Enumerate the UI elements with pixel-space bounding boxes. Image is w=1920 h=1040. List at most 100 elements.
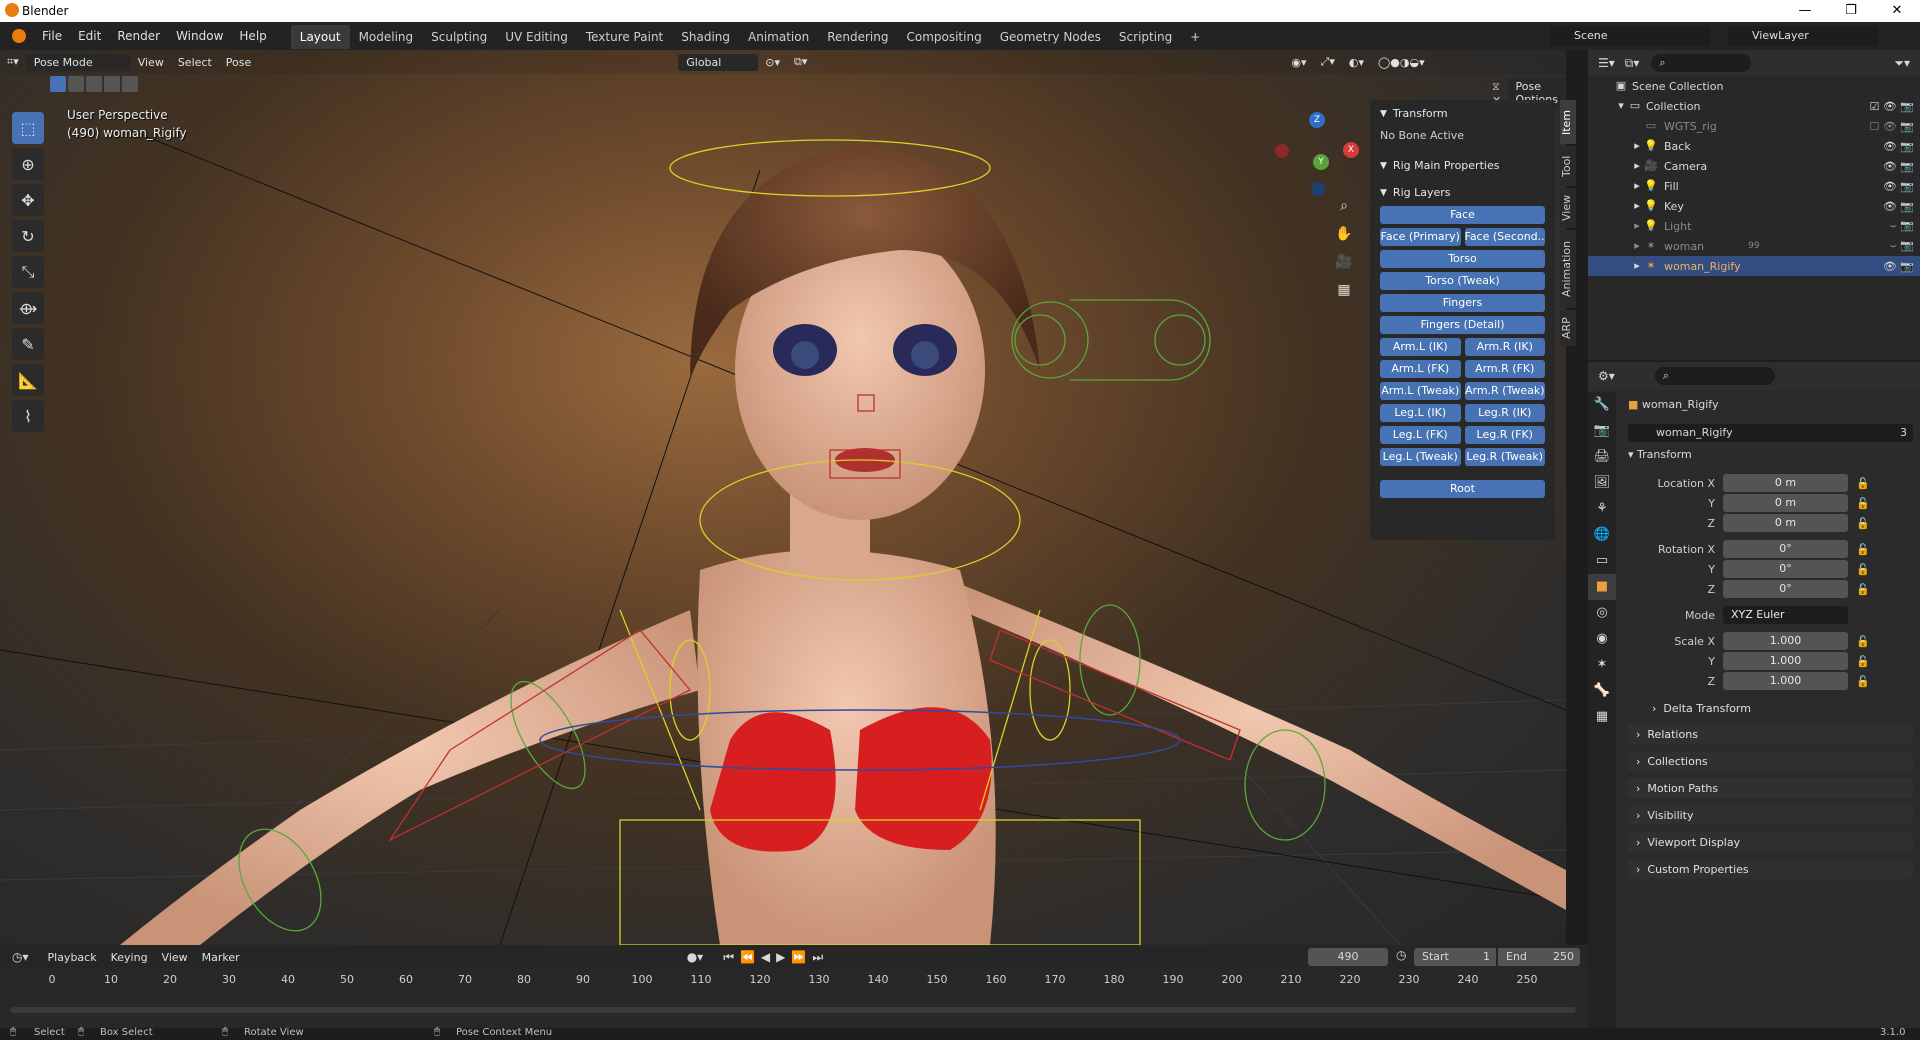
delta-transform-section[interactable]: › Delta Transform	[1644, 698, 1913, 718]
tab-compositing[interactable]: Compositing	[897, 25, 990, 49]
layer-arm-r-tweak-button[interactable]: Arm.R (Tweak)	[1464, 382, 1545, 400]
layer-face-primary-button[interactable]: Face (Primary)	[1380, 228, 1461, 246]
outliner-item-woman-rigify[interactable]: ▸ ✶ woman_Rigify 👁 📷	[1588, 256, 1920, 276]
tab-layout[interactable]: Layout	[290, 25, 350, 49]
transform-panel-header[interactable]: ▼ Transform	[1370, 100, 1555, 127]
select-new-icon[interactable]	[50, 76, 66, 92]
texture-tab-icon[interactable]: ▦	[1588, 704, 1616, 730]
measure-tool[interactable]: 📐	[12, 364, 44, 396]
menu-render[interactable]: Render	[109, 22, 168, 50]
tab-geometry-nodes[interactable]: Geometry Nodes	[991, 25, 1110, 49]
outliner-search-input[interactable]: ⌕	[1651, 54, 1752, 72]
outliner-item-woman[interactable]: ▸ ✶ woman 99 ⌣ 📷	[1588, 236, 1920, 256]
visibility-toggles[interactable]: 👁 📷	[1883, 140, 1914, 153]
layer-arm-r-fk-button[interactable]: Arm.R (FK)	[1464, 360, 1545, 378]
layer-arm-l-fk-button[interactable]: Arm.L (FK)	[1380, 360, 1461, 378]
shading-modes-icon[interactable]: ◯●◑◒▾	[1371, 56, 1432, 69]
menu-pose[interactable]: Pose	[219, 56, 258, 69]
axis-neg-z-icon[interactable]	[1311, 182, 1325, 196]
menu-marker[interactable]: Marker	[195, 951, 247, 964]
navigation-gizmo[interactable]: Z X Y	[1275, 110, 1365, 200]
scale-tool[interactable]: ⤡	[12, 256, 44, 288]
view-layer-tab-icon[interactable]: 🖼	[1588, 470, 1616, 496]
layer-leg-r-ik-button[interactable]: Leg.R (IK)	[1464, 404, 1545, 422]
ortho-toggle-icon[interactable]: ▦	[1332, 278, 1356, 302]
layer-face-secondary-button[interactable]: Face (Second...	[1464, 228, 1545, 246]
current-frame-field[interactable]: 490	[1308, 948, 1388, 966]
layer-face-button[interactable]: Face	[1380, 206, 1545, 224]
tab-item[interactable]: Item	[1560, 100, 1576, 144]
lock-icon[interactable]: 🔓	[1856, 497, 1870, 510]
visibility-toggles[interactable]: 👁 📷	[1883, 260, 1914, 273]
layer-arm-r-ik-button[interactable]: Arm.R (IK)	[1464, 338, 1545, 356]
tab-scripting[interactable]: Scripting	[1110, 25, 1181, 49]
scene-tab-icon[interactable]: ⚘	[1588, 496, 1616, 522]
view-layer-selector[interactable]: ViewLayer	[1728, 26, 1878, 46]
select-intersect-icon[interactable]	[122, 76, 138, 92]
lock-icon[interactable]: 🔓	[1856, 517, 1870, 530]
rotation-mode-select[interactable]: XYZ Euler	[1723, 606, 1848, 624]
tab-arp[interactable]: ARP	[1560, 310, 1576, 346]
orientation-selector[interactable]: Global	[678, 53, 759, 71]
outliner-item-back[interactable]: ▸ 💡 Back 👁 📷	[1588, 136, 1920, 156]
layer-leg-l-fk-button[interactable]: Leg.L (FK)	[1380, 426, 1461, 444]
select-invert-icon[interactable]	[104, 76, 120, 92]
display-mode-icon[interactable]: ⧉▾	[1625, 56, 1640, 71]
lock-icon[interactable]: 🔓	[1856, 563, 1870, 576]
visibility-toggles[interactable]: 👁 📷	[1883, 160, 1914, 173]
layer-leg-r-fk-button[interactable]: Leg.R (FK)	[1464, 426, 1545, 444]
visibility-toggles[interactable]: ⌣ 📷	[1890, 239, 1914, 253]
camera-view-icon[interactable]: 🎥	[1332, 250, 1356, 274]
scale-y-field[interactable]: 1.000	[1723, 652, 1848, 670]
modifier-tab-icon[interactable]: ◎	[1588, 600, 1616, 626]
cursor-tool[interactable]: ⊕	[12, 148, 44, 180]
expand-arrow-icon[interactable]: ▾	[1614, 99, 1628, 113]
filter-icon[interactable]: ⏷▾	[1894, 56, 1910, 71]
scale-z-field[interactable]: 1.000	[1723, 672, 1848, 690]
rotate-tool[interactable]: ↻	[12, 220, 44, 252]
outliner-editor-icon[interactable]: ☰▾	[1598, 56, 1615, 70]
tab-tool[interactable]: Tool	[1560, 146, 1576, 186]
menu-file[interactable]: File	[34, 22, 70, 50]
properties-editor-icon[interactable]: ⚙▾	[1598, 369, 1615, 383]
snap-icon[interactable]: ⧉▾	[787, 55, 814, 69]
axis-z-icon[interactable]: Z	[1309, 112, 1325, 128]
rotation-x-field[interactable]: 0°	[1723, 540, 1848, 558]
lock-icon[interactable]: 🔓	[1856, 675, 1870, 688]
gizmo-toggle-icon[interactable]: ⤢▾	[1314, 55, 1342, 69]
menu-playback[interactable]: Playback	[41, 951, 104, 964]
menu-edit[interactable]: Edit	[70, 22, 109, 50]
custom-properties-section[interactable]: › Custom Properties	[1628, 859, 1913, 879]
tool-tab-icon[interactable]: 🔧	[1588, 392, 1616, 418]
playback-controls[interactable]: ⏮⏪◀▶⏩⏭	[723, 950, 829, 965]
tab-animation-panel[interactable]: Animation	[1560, 230, 1576, 308]
menu-timeline-view[interactable]: View	[155, 951, 195, 964]
move-tool[interactable]: ✥	[12, 184, 44, 216]
blender-menu-icon[interactable]	[12, 29, 26, 43]
axis-x-icon[interactable]: X	[1343, 142, 1359, 158]
relations-section[interactable]: › Relations	[1628, 724, 1913, 744]
object-data-field[interactable]: woman_Rigify 3	[1628, 424, 1913, 442]
rotation-y-field[interactable]: 0°	[1723, 560, 1848, 578]
start-frame-field[interactable]: Start 1	[1414, 948, 1496, 966]
scene-selector[interactable]: Scene	[1550, 26, 1710, 46]
menu-keying[interactable]: Keying	[104, 951, 155, 964]
rotation-z-field[interactable]: 0°	[1723, 580, 1848, 598]
properties-search-input[interactable]: ⌕	[1654, 367, 1775, 385]
lock-icon[interactable]: 🔓	[1856, 543, 1870, 556]
rig-layers-header[interactable]: ▼ Rig Layers	[1370, 179, 1555, 206]
menu-select[interactable]: Select	[171, 56, 219, 69]
relax-pose-tool[interactable]: ⌇	[12, 400, 44, 432]
collection-toggles[interactable]: ☑ 👁 📷	[1869, 100, 1914, 113]
layer-arm-l-tweak-button[interactable]: Arm.L (Tweak)	[1380, 382, 1461, 400]
layer-fingers-detail-button[interactable]: Fingers (Detail)	[1380, 316, 1545, 334]
timeline-scrollbar[interactable]	[10, 1007, 1576, 1013]
bone-tab-icon[interactable]: 🦴	[1588, 678, 1616, 704]
rig-main-header[interactable]: ▼ Rig Main Properties	[1370, 152, 1555, 179]
output-tab-icon[interactable]: 🖨	[1588, 444, 1616, 470]
lock-icon[interactable]: 🔓	[1856, 655, 1870, 668]
end-frame-field[interactable]: End 250	[1498, 948, 1580, 966]
layer-fingers-button[interactable]: Fingers	[1380, 294, 1545, 312]
collections-section[interactable]: › Collections	[1628, 751, 1913, 771]
layer-leg-r-tweak-button[interactable]: Leg.R (Tweak)	[1464, 448, 1545, 466]
